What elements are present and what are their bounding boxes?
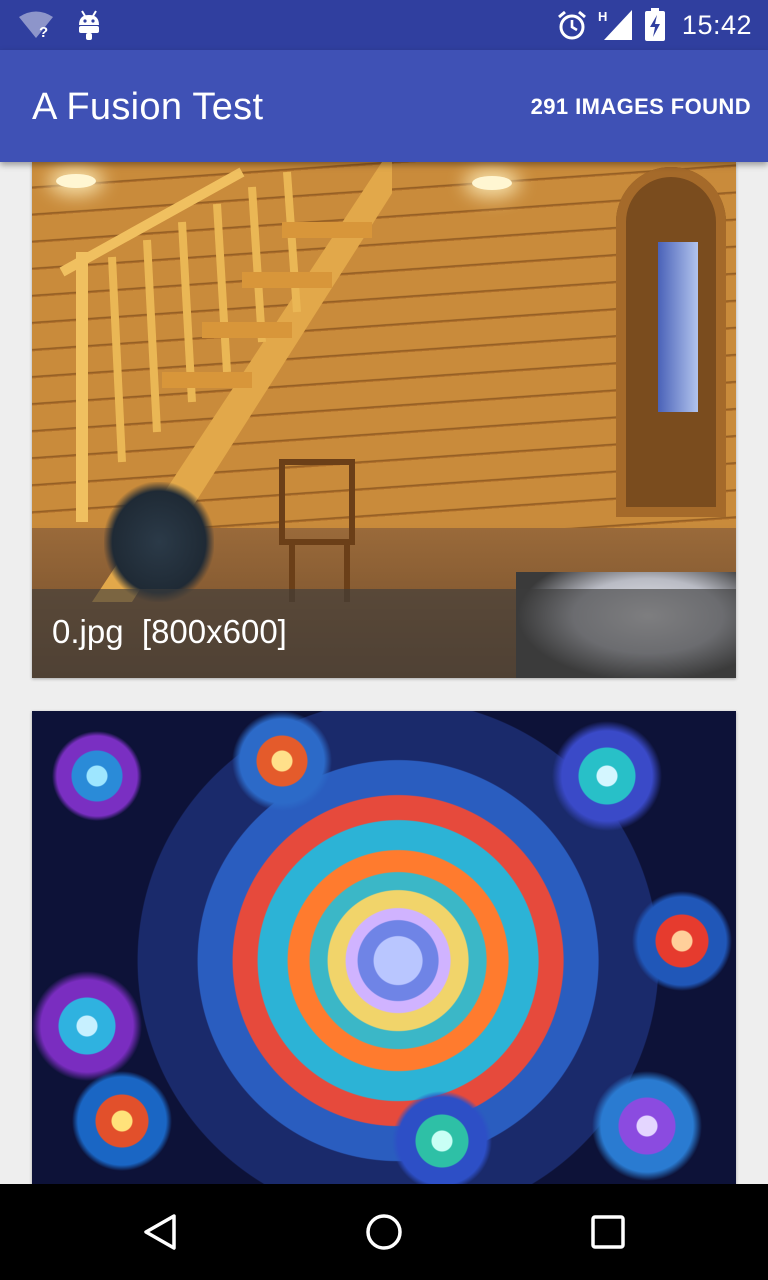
app-bar: A Fusion Test 291 IMAGES FOUND: [0, 50, 768, 162]
back-icon[interactable]: [140, 1212, 180, 1252]
home-icon[interactable]: [364, 1212, 404, 1252]
image-caption-bar: 0.jpg [800x600]: [32, 589, 736, 678]
app-title: A Fusion Test: [32, 86, 264, 128]
image-caption: 0.jpg [800x600]: [52, 613, 287, 650]
svg-text:H: H: [598, 9, 607, 24]
colorful-fractal-image: [32, 711, 736, 1184]
image-card[interactable]: [32, 711, 736, 1184]
signal-icon: H: [598, 8, 634, 42]
svg-text:?: ?: [39, 24, 48, 40]
status-bar: ? H 15:42: [0, 0, 768, 50]
navigation-bar: [0, 1184, 768, 1280]
battery-charging-icon: [644, 8, 666, 42]
images-found-label: 291 IMAGES FOUND: [530, 94, 751, 119]
recents-icon[interactable]: [588, 1212, 628, 1252]
wifi-unknown-icon: ?: [18, 10, 54, 40]
android-debug-icon: [76, 9, 102, 41]
image-card[interactable]: 0.jpg [800x600]: [32, 162, 736, 678]
image-list[interactable]: 0.jpg [800x600]: [0, 162, 768, 1184]
alarm-icon: [556, 9, 588, 41]
status-time: 15:42: [681, 9, 752, 40]
